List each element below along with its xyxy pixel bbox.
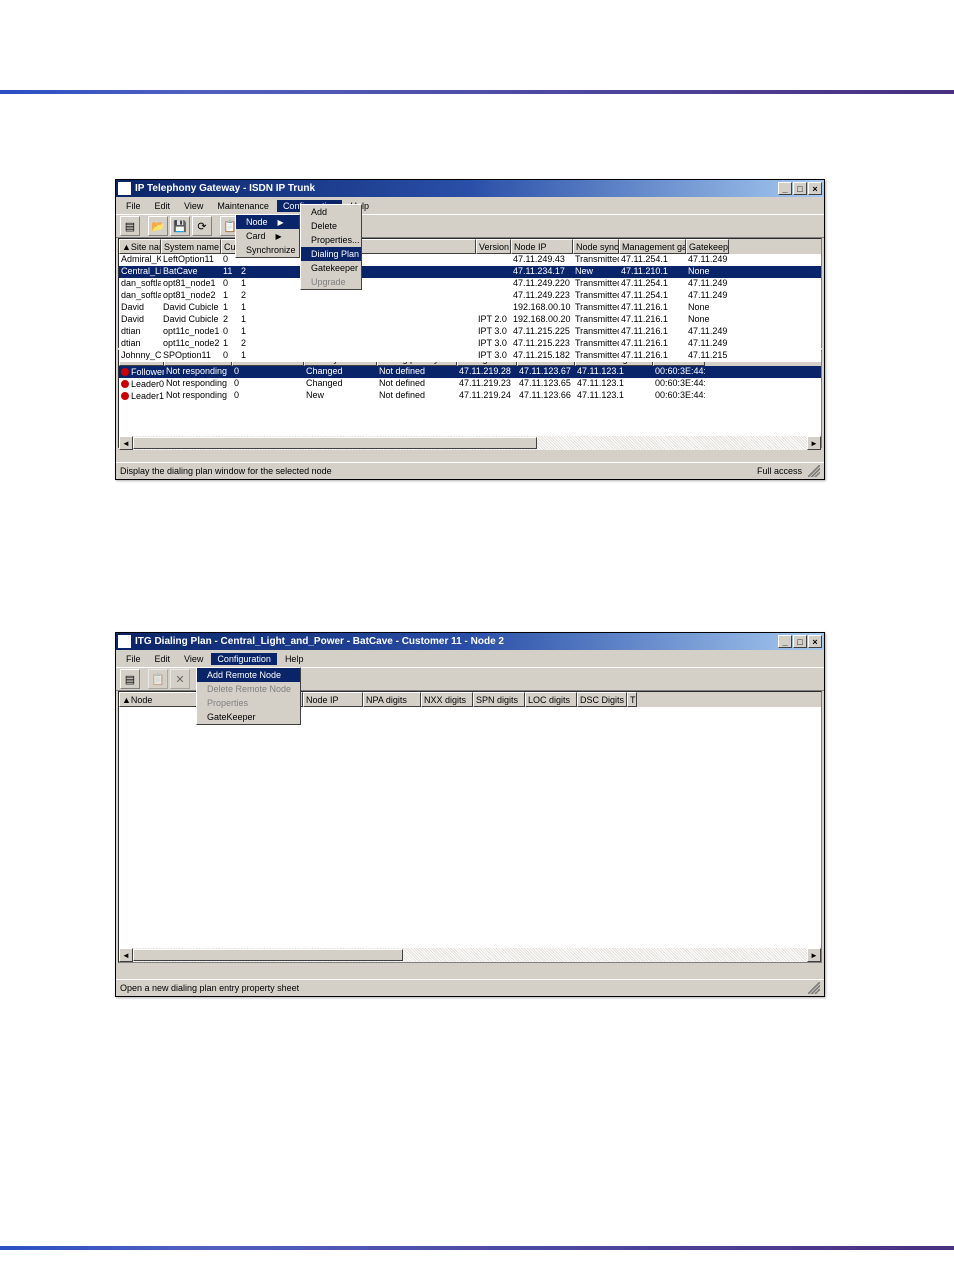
table-row[interactable]: DavidDavid Cubicle21IPT 2.0192.168.00.20… [119,314,821,326]
col-nxx-digits[interactable]: NXX digits [421,692,473,707]
menubar: File Edit View Maintenance Configuration… [116,197,824,214]
col-system-name[interactable]: System name [161,239,221,254]
menubar: File Edit View Configuration Help [116,650,824,667]
toolbar: ▤ 📂 💾 ⟳ 📋 ✕ [116,214,824,238]
dialing-plan-table[interactable]: ▲Node Node IP NPA digits NXX digits SPN … [118,691,822,963]
table-row[interactable]: Admiral_K…LeftOption11047.11.249.43Trans… [119,254,821,266]
col-t[interactable]: T [627,692,637,707]
app-icon [118,182,131,195]
menu-delete[interactable]: Delete [301,219,361,233]
status-text: Open a new dialing plan entry property s… [120,983,299,993]
card-status-icon [121,368,129,376]
page-top-rule [0,90,954,94]
table-row[interactable]: Leader0Not responding0ChangedNot defined… [119,378,821,390]
table-row[interactable]: dan_softla…opt81_node21247.11.249.223Tra… [119,290,821,302]
menu-maintenance[interactable]: Maintenance [211,200,275,212]
col-spn-digits[interactable]: SPN digits [473,692,525,707]
menu-add[interactable]: Add [301,205,361,219]
resize-grip-icon[interactable] [808,982,820,994]
nodes-table[interactable]: ▲Site name System name Cu Version Node I… [118,238,822,348]
menu-delete-remote-node: Delete Remote Node [197,682,300,696]
resize-grip-icon[interactable] [808,465,820,477]
menu-configuration[interactable]: Configuration [211,653,277,665]
titlebar[interactable]: ITG Dialing Plan - Central_Light_and_Pow… [116,633,824,650]
col-npa-digits[interactable]: NPA digits [363,692,421,707]
menu-card[interactable]: Card▶ [236,229,299,243]
tb-copy-icon: 📋 [148,669,168,689]
col-node-ip[interactable]: Node IP [303,692,363,707]
scroll-right-icon[interactable]: ► [807,948,821,962]
cards-table[interactable]: ▲Card role Card state Nodes in fallback … [118,350,822,448]
h-scrollbar[interactable]: ◄ ► [119,436,821,450]
node-submenu: Add Delete Properties... Dialing Plan Ga… [300,204,362,290]
col-node-ip[interactable]: Node IP [511,239,573,254]
table-row[interactable]: Johnny_C…SPOption1101IPT 3.047.11.215.18… [119,350,821,362]
menu-edit[interactable]: Edit [149,653,177,665]
ip-telephony-window: IP Telephony Gateway - ISDN IP Trunk _ □… [115,179,825,480]
app-icon [118,635,131,648]
maximize-button[interactable]: □ [793,635,807,648]
statusbar: Display the dialing plan window for the … [116,462,824,479]
window-title: IP Telephony Gateway - ISDN IP Trunk [135,183,315,194]
menu-help[interactable]: Help [279,653,310,665]
col-dsc-digits[interactable]: DSC Digits [577,692,627,707]
close-button[interactable]: × [808,182,822,195]
menu-file[interactable]: File [120,200,147,212]
col-version[interactable]: Version [476,239,511,254]
menu-view[interactable]: View [178,200,209,212]
menu-properties[interactable]: Properties... [301,233,361,247]
col-node-synch[interactable]: Node synch... [573,239,619,254]
col-site-name[interactable]: ▲Site name [119,239,161,254]
menu-synchronize[interactable]: Synchronize▶ [236,243,299,257]
card-status-icon [121,392,129,400]
scroll-left-icon[interactable]: ◄ [119,436,133,450]
window-title: ITG Dialing Plan - Central_Light_and_Pow… [135,636,504,647]
scroll-left-icon[interactable]: ◄ [119,948,133,962]
configuration-submenu: Node▶ Card▶ Synchronize▶ [235,214,300,258]
h-scrollbar[interactable]: ◄ ► [119,948,821,962]
menu-file[interactable]: File [120,653,147,665]
table-row[interactable]: Central_Li…BatCave11247.11.234.17New47.1… [119,266,821,278]
statusbar: Open a new dialing plan entry property s… [116,979,824,996]
close-button[interactable]: × [808,635,822,648]
tb-refresh-icon[interactable]: ⟳ [192,216,212,236]
minimize-button[interactable]: _ [778,635,792,648]
titlebar[interactable]: IP Telephony Gateway - ISDN IP Trunk _ □… [116,180,824,197]
card-status-icon [121,380,129,388]
col-gatekeeper[interactable]: Gatekeepe [686,239,729,254]
menu-gatekeeper[interactable]: GateKeeper [197,710,300,724]
status-text: Display the dialing plan window for the … [120,466,332,476]
menu-node[interactable]: Node▶ [236,215,299,229]
table-row[interactable]: Leader1Not responding0NewNot defined47.1… [119,390,821,402]
tb-delete-icon: ✕ [170,669,190,689]
tb-new-icon[interactable]: ▤ [120,216,140,236]
menu-gatekeeper[interactable]: Gatekeeper [301,261,361,275]
col-blank2[interactable] [348,239,476,254]
col-mgmt-gateway[interactable]: Management gat... [619,239,686,254]
tb-new-icon[interactable]: ▤ [120,669,140,689]
menu-properties: Properties [197,696,300,710]
dialing-plan-window: ITG Dialing Plan - Central_Light_and_Pow… [115,632,825,997]
sort-up-icon: ▲ [122,242,131,252]
tb-save-icon[interactable]: 💾 [170,216,190,236]
table-row[interactable]: dtianopt11c_node212IPT 3.047.11.215.223T… [119,338,821,350]
configuration-submenu: Add Remote Node Delete Remote Node Prope… [196,667,301,725]
menu-add-remote-node[interactable]: Add Remote Node [197,668,300,682]
menu-view[interactable]: View [178,653,209,665]
menu-edit[interactable]: Edit [149,200,177,212]
table-row[interactable]: FollowerNot responding0ChangedNot define… [119,366,821,378]
menu-upgrade: Upgrade [301,275,361,289]
maximize-button[interactable]: □ [793,182,807,195]
minimize-button[interactable]: _ [778,182,792,195]
table-row[interactable]: dan_softla…opt81_node10147.11.249.220Tra… [119,278,821,290]
page-bottom-rule [0,1246,954,1250]
table-row[interactable]: DavidDavid Cubicle11192.168.00.10Transmi… [119,302,821,314]
tb-open-icon[interactable]: 📂 [148,216,168,236]
scroll-right-icon[interactable]: ► [807,436,821,450]
sort-up-icon: ▲ [122,695,131,705]
access-level: Full access [757,466,802,476]
menu-dialing-plan[interactable]: Dialing Plan [301,247,361,261]
col-loc-digits[interactable]: LOC digits [525,692,577,707]
table-row[interactable]: dtianopt11c_node101IPT 3.047.11.215.225T… [119,326,821,338]
